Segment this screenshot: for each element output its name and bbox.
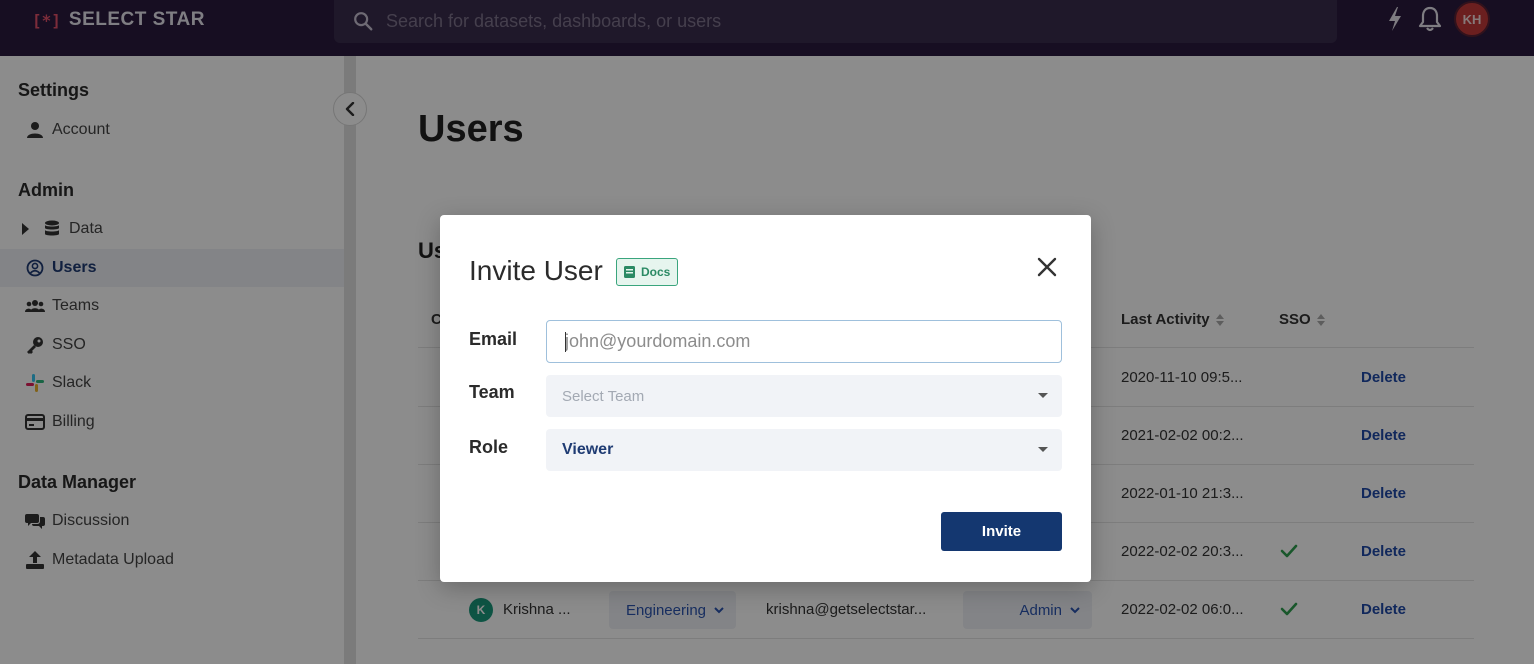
role-select-value: Viewer [562,441,614,458]
docs-label: Docs [641,265,671,279]
email-label: Email [469,329,518,349]
text-cursor [565,332,566,352]
team-label: Team [469,382,515,402]
invite-button[interactable]: Invite [941,512,1062,551]
invite-user-modal: Invite User Docs Email Team Select Team … [440,215,1091,582]
role-label: Role [469,437,509,457]
close-icon[interactable] [1036,256,1058,278]
role-select[interactable]: Viewer [546,429,1062,471]
team-select-placeholder: Select Team [562,387,645,405]
docs-link[interactable]: Docs [616,258,679,286]
modal-title: Invite User [469,255,603,286]
team-select[interactable]: Select Team [546,375,1062,417]
caret-down-icon [1038,393,1048,398]
email-input[interactable] [546,320,1062,363]
caret-down-icon [1038,447,1048,452]
book-icon [624,266,635,278]
